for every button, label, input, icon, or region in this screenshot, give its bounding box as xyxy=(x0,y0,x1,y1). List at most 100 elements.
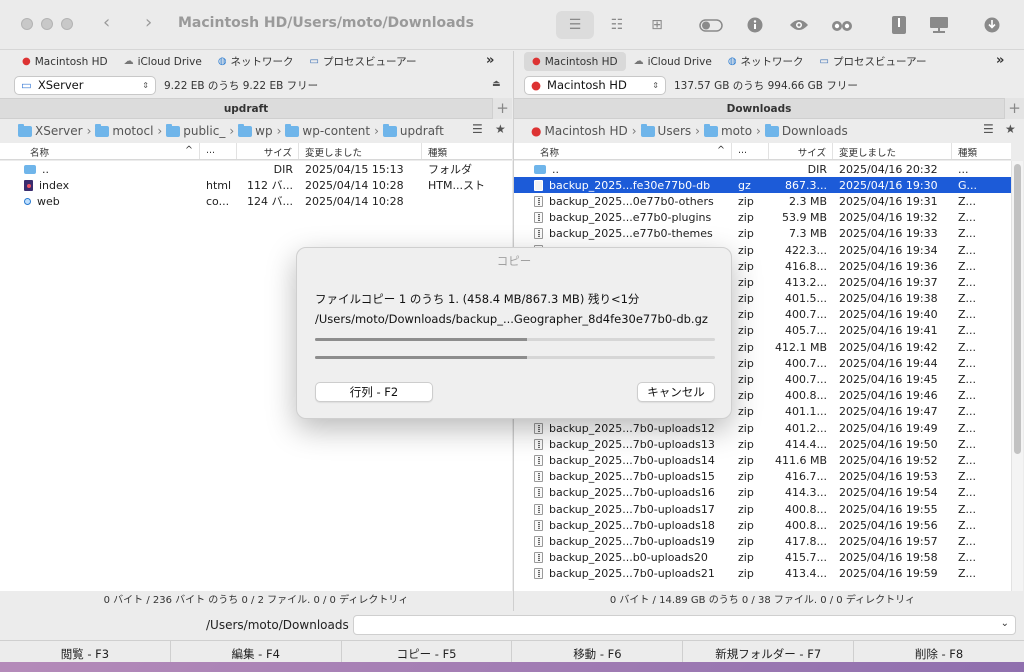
list-item[interactable]: index html 112 バ... 2025/04/14 10:28 HTM...ス… xyxy=(0,177,512,193)
detail-view-icon[interactable]: ☷ xyxy=(598,11,636,39)
network-drive-icon[interactable] xyxy=(920,11,958,39)
breadcrumb-item[interactable]: motocl xyxy=(95,123,153,138)
binoculars-search-icon[interactable] xyxy=(823,11,861,39)
breadcrumb-item[interactable]: wp-content xyxy=(285,123,370,138)
add-tab-left-icon[interactable]: + xyxy=(492,98,512,119)
view-f3-button[interactable]: 閲覧 - F3 xyxy=(0,641,171,662)
favorite-star-icon[interactable]: ★ xyxy=(1005,122,1016,136)
list-item[interactable]: backup_2025...e77b0-plugins zip 53.9 MB 202… xyxy=(514,210,1011,226)
list-item[interactable]: backup_2025...7b0-uploads19 zip 417.8... 20… xyxy=(514,533,1011,549)
list-item[interactable]: backup_2025...7b0-uploads12 zip 401.2... 20… xyxy=(514,420,1011,436)
breadcrumb-item[interactable]: XServer xyxy=(18,123,83,138)
list-menu-icon[interactable]: ☰ xyxy=(472,122,483,136)
favorite-icloud-drive[interactable]: ☁ iCloud Drive xyxy=(626,52,720,71)
file-ext-cell: zip xyxy=(738,534,754,548)
column-size[interactable]: サイズ xyxy=(237,143,299,159)
edit-f4-button[interactable]: 編集 - F4 xyxy=(170,641,342,662)
favorite-process-viewer[interactable]: ▭ プロセスビューアー xyxy=(812,52,935,71)
file-modified-cell: 2025/04/15 15:13 xyxy=(305,162,404,176)
minimize-window-button[interactable] xyxy=(41,18,53,30)
breadcrumb-item[interactable]: public_ xyxy=(166,123,225,138)
file-modified-cell: 2025/04/16 19:55 xyxy=(839,502,938,516)
column-name[interactable]: 名称 ^ xyxy=(0,143,200,159)
list-item[interactable]: backup_2025...fe30e77b0-db gz 867.3... 2025… xyxy=(514,177,1011,194)
list-item[interactable]: .. DIR 2025/04/16 20:32... xyxy=(514,161,1011,177)
column-kind[interactable]: 種類 xyxy=(422,143,512,159)
info-icon[interactable] xyxy=(736,11,774,39)
breadcrumb-item[interactable]: ● Macintosh HD xyxy=(531,124,628,138)
file-modified-cell: 2025/04/16 19:49 xyxy=(839,421,938,435)
favorites-more-right-icon[interactable]: » xyxy=(996,53,1004,68)
zip-file-icon xyxy=(534,568,543,580)
favorite-process-viewer[interactable]: ▭ プロセスビューアー xyxy=(302,52,425,71)
list-item[interactable]: backup_2025...b0-uploads20 zip 415.7... 202… xyxy=(514,550,1011,566)
breadcrumb-item[interactable]: wp xyxy=(238,123,273,138)
list-menu-icon[interactable]: ☰ xyxy=(983,122,994,136)
list-item[interactable]: backup_2025...7b0-uploads17 zip 400.8... 20… xyxy=(514,501,1011,517)
chevron-down-icon[interactable]: ⌄ xyxy=(1001,618,1009,629)
favorite-network[interactable]: ◍ ネットワーク xyxy=(720,52,812,71)
command-input[interactable]: ⌄ xyxy=(353,615,1016,635)
file-size-cell: 400.8... xyxy=(785,389,827,403)
copy-progress-text: ファイルコピー 1 のうち 1. (458.4 MB/867.3 MB) 残り<… xyxy=(315,292,640,306)
breadcrumb-item[interactable]: updraft xyxy=(382,123,444,138)
column-modified[interactable]: 変更しました xyxy=(299,143,422,159)
list-item[interactable]: backup_2025...0e77b0-others zip 2.3 MB 2025… xyxy=(514,193,1011,209)
copy-f5-button[interactable]: コピー - F5 xyxy=(341,641,513,662)
file-size-cell: DIR xyxy=(273,162,293,176)
back-arrow-icon[interactable]: ‹ xyxy=(103,12,110,33)
list-item[interactable]: backup_2025...7b0-uploads18 zip 400.8... 20… xyxy=(514,517,1011,533)
cancel-button[interactable]: キャンセル xyxy=(637,382,715,402)
column-kind[interactable]: 種類 xyxy=(952,143,1011,159)
list-item[interactable]: backup_2025...7b0-uploads16 zip 414.3... 20… xyxy=(514,485,1011,501)
favorite-star-icon[interactable]: ★ xyxy=(495,122,506,136)
favorite-network[interactable]: ◍ ネットワーク xyxy=(210,52,302,71)
delete-f8-button[interactable]: 削除 - F8 xyxy=(854,641,1024,662)
dialog-title: コピー xyxy=(496,254,532,268)
list-item[interactable]: .. DIR 2025/04/15 15:13 フォルダ xyxy=(0,161,512,177)
favorite-icloud-drive[interactable]: ☁ iCloud Drive xyxy=(116,52,210,71)
move-f6-button[interactable]: 移動 - F6 xyxy=(512,641,684,662)
list-item[interactable]: backup_2025...e77b0-themes zip 7.3 MB 2025/… xyxy=(514,226,1011,242)
volume-select-right[interactable]: ● Macintosh HD ⇕ xyxy=(524,75,666,95)
list-item[interactable]: backup_2025...7b0-uploads21 zip 413.4... 20… xyxy=(514,566,1011,582)
list-item[interactable]: web co... 124 バ... 2025/04/14 10:28 xyxy=(0,193,512,209)
eject-icon[interactable]: ⏏ xyxy=(492,79,501,89)
file-kind-cell: Z... xyxy=(958,518,977,532)
list-item[interactable]: backup_2025...7b0-uploads13 zip 414.4... 20… xyxy=(514,436,1011,452)
favorites-more-left-icon[interactable]: » xyxy=(486,53,494,68)
list-view-icon[interactable]: ☰ xyxy=(556,11,594,39)
tab-downloads[interactable]: Downloads xyxy=(514,98,1004,119)
file-size-cell: 413.4... xyxy=(785,567,827,581)
breadcrumb-item[interactable]: moto xyxy=(703,123,752,138)
list-item[interactable]: backup_2025...7b0-uploads14 zip 411.6 MB 20… xyxy=(514,452,1011,468)
toggle-hidden-icon[interactable] xyxy=(692,11,730,39)
file-ext-cell: zip xyxy=(738,470,754,484)
favorite-macintosh-hd[interactable]: ● Macintosh HD xyxy=(14,52,116,71)
column-ext[interactable]: ... xyxy=(732,143,769,159)
file-name-cell: backup_2025...7b0-uploads14 xyxy=(514,454,732,467)
grid-view-icon[interactable]: ⊞ xyxy=(638,11,676,39)
close-window-button[interactable] xyxy=(21,18,33,30)
download-icon[interactable] xyxy=(973,11,1011,39)
archive-icon[interactable] xyxy=(880,11,918,39)
scrollbar-thumb[interactable] xyxy=(1014,164,1021,454)
column-name[interactable]: 名称 ^ xyxy=(514,143,732,159)
zoom-window-button[interactable] xyxy=(61,18,73,30)
new-folder-f7-button[interactable]: 新規フォルダー - F7 xyxy=(683,641,855,662)
preview-eye-icon[interactable] xyxy=(780,11,818,39)
list-item[interactable]: backup_2025...7b0-uploads15 zip 416.7... 20… xyxy=(514,469,1011,485)
drive-icon: ▭ xyxy=(21,78,32,92)
scrollbar-right[interactable] xyxy=(1011,161,1023,591)
breadcrumb-item[interactable]: Users xyxy=(640,123,691,138)
tab-updraft[interactable]: updraft xyxy=(0,98,492,119)
column-size[interactable]: サイズ xyxy=(769,143,833,159)
volume-select-left[interactable]: ▭ XServer ⇕ xyxy=(14,75,156,95)
favorite-macintosh-hd[interactable]: ● Macintosh HD xyxy=(524,52,626,71)
breadcrumb-item[interactable]: Downloads xyxy=(764,123,848,138)
forward-arrow-icon[interactable]: › xyxy=(145,12,152,33)
add-tab-right-icon[interactable]: + xyxy=(1004,98,1024,119)
column-modified[interactable]: 変更しました xyxy=(833,143,952,159)
column-ext[interactable]: ... xyxy=(200,143,237,159)
queue-button[interactable]: 行列 - F2 xyxy=(315,382,433,402)
